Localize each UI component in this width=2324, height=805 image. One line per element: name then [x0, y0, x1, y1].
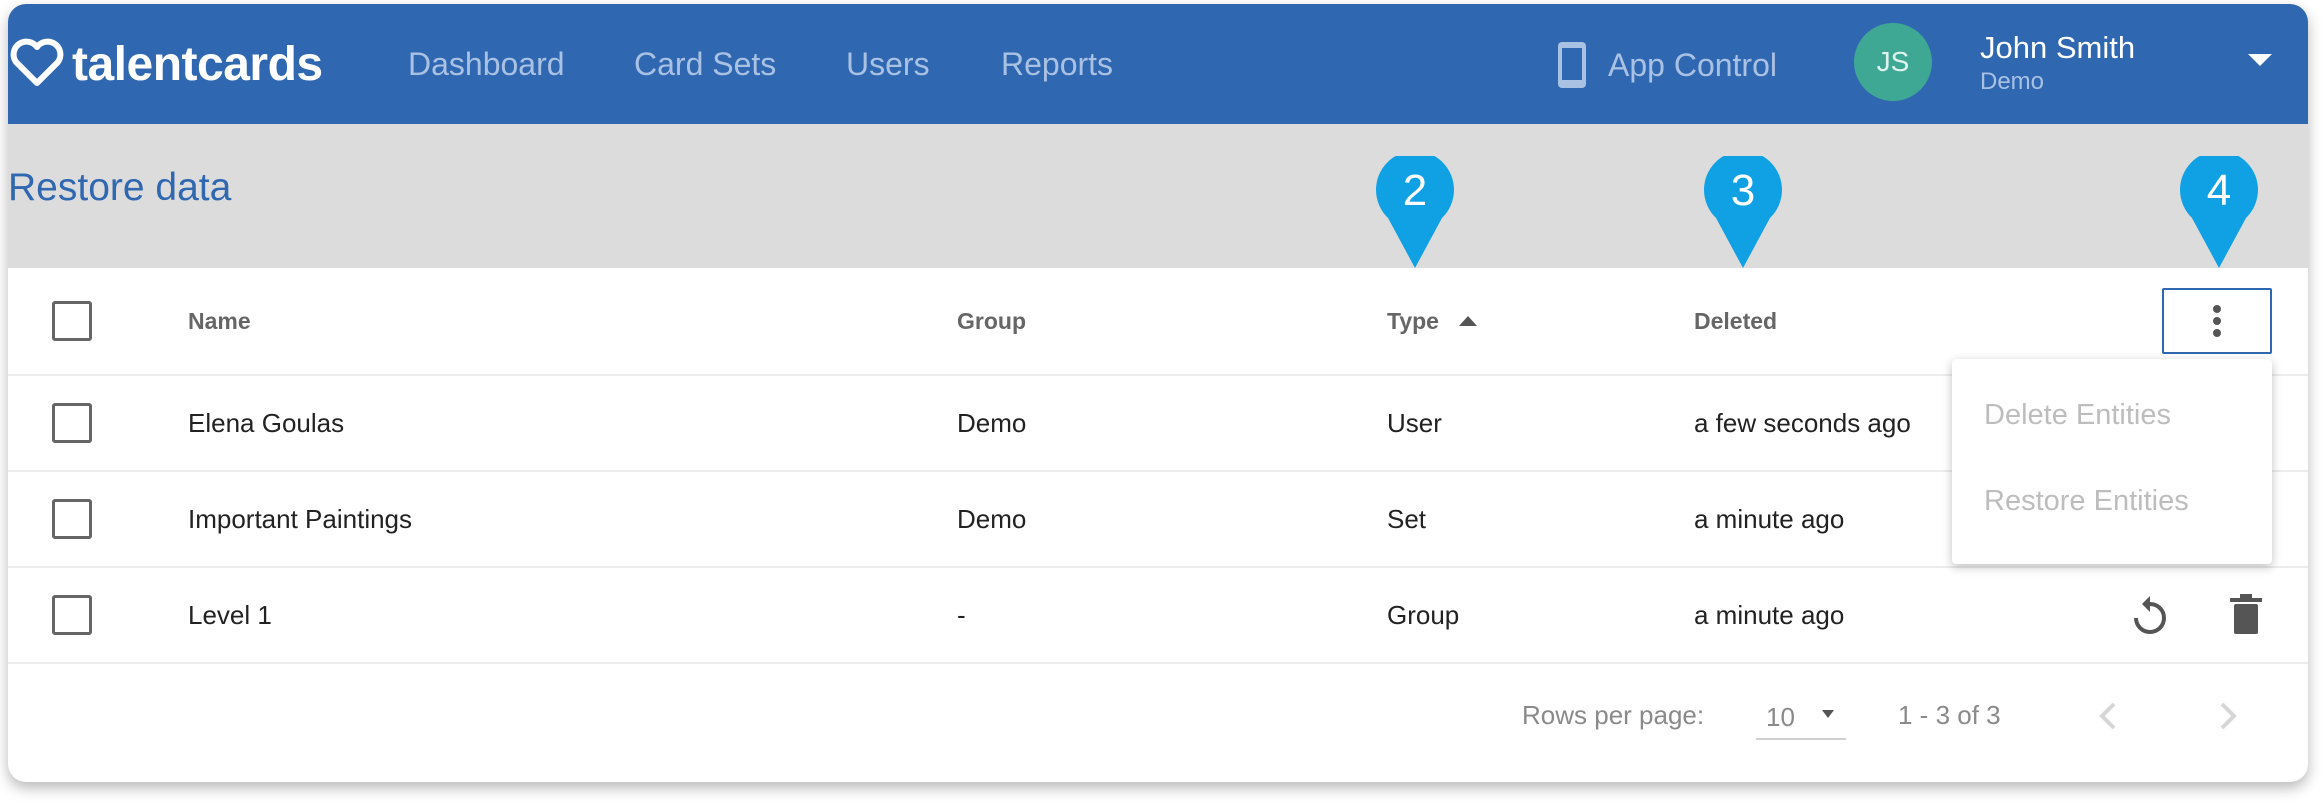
cell-name: Important Paintings — [188, 503, 413, 534]
app-control-link[interactable]: App Control — [1556, 40, 1777, 90]
nav-card-sets[interactable]: Card Sets — [634, 4, 776, 124]
phone-icon — [1558, 42, 1586, 88]
column-header-group[interactable]: Group — [957, 268, 1026, 374]
trash-icon[interactable] — [2230, 594, 2262, 636]
logo-text: talentcards — [72, 37, 323, 91]
select-all-checkbox[interactable] — [52, 301, 92, 341]
bulk-actions-button[interactable] — [2162, 288, 2272, 354]
page-title: Restore data — [8, 166, 232, 209]
cell-deleted: a minute ago — [1694, 599, 1845, 630]
column-header-name[interactable]: Name — [188, 268, 251, 374]
cell-group: Demo — [957, 407, 1027, 438]
callout-marker-2: 2 — [1376, 150, 1454, 268]
restore-icon[interactable] — [2130, 596, 2170, 638]
cell-deleted: a minute ago — [1694, 503, 1845, 534]
dropdown-caret-icon — [1822, 710, 1834, 718]
pagination-footer: Rows per page: 10 1 - 3 of 3 — [8, 664, 2308, 764]
menu-item-restore-entities[interactable]: Restore Entities — [1984, 485, 2189, 518]
menu-item-delete-entities[interactable]: Delete Entities — [1984, 399, 2171, 432]
app-control-label: App Control — [1608, 46, 1777, 83]
column-header-type[interactable]: Type — [1387, 268, 1477, 374]
callout-marker-4: 4 — [2180, 150, 2258, 268]
cell-type: User — [1387, 407, 1442, 438]
rows-per-page-label: Rows per page: — [1522, 700, 1705, 730]
top-navigation-bar: talentcards Dashboard Card Sets Users Re… — [8, 4, 2308, 124]
cell-name: Level 1 — [188, 599, 272, 630]
callout-marker-3: 3 — [1704, 150, 1782, 268]
pagination-range: 1 - 3 of 3 — [1898, 700, 2001, 730]
callout-number: 4 — [2206, 166, 2232, 215]
more-vert-icon — [2213, 305, 2221, 337]
row-checkbox[interactable] — [52, 403, 92, 443]
user-name: John Smith — [1980, 30, 2136, 65]
callout-number: 3 — [1730, 166, 1756, 215]
app-window: talentcards Dashboard Card Sets Users Re… — [8, 4, 2308, 782]
sort-ascending-icon — [1458, 316, 1477, 326]
table-row[interactable]: Level 1 - Group a minute ago — [8, 568, 2308, 664]
column-header-deleted[interactable]: Deleted — [1694, 268, 1777, 374]
previous-page-icon[interactable] — [2088, 688, 2128, 744]
cell-type: Group — [1387, 599, 1460, 630]
column-header-type-label: Type — [1387, 307, 1439, 334]
cell-type: Set — [1387, 503, 1427, 534]
cell-group: Demo — [957, 503, 1027, 534]
cell-group: - — [957, 599, 966, 630]
user-menu-caret-icon[interactable] — [2248, 54, 2272, 66]
row-checkbox[interactable] — [52, 499, 92, 539]
cell-deleted: a few seconds ago — [1694, 407, 1911, 438]
nav-dashboard[interactable]: Dashboard — [408, 4, 565, 124]
rows-per-page-value: 10 — [1766, 702, 1795, 732]
cell-name: Elena Goulas — [188, 407, 345, 438]
logo[interactable]: talentcards — [8, 34, 323, 94]
bulk-actions-menu: Delete Entities Restore Entities — [1952, 359, 2272, 564]
avatar[interactable]: JS — [1854, 23, 1932, 101]
callout-number: 2 — [1402, 166, 1428, 215]
nav-reports[interactable]: Reports — [1001, 4, 1113, 124]
user-subtitle: Demo — [1980, 68, 2045, 95]
nav-users[interactable]: Users — [846, 4, 930, 124]
page-header: Restore data — [8, 124, 2308, 268]
next-page-icon[interactable] — [2208, 688, 2248, 744]
heart-logo-icon — [10, 38, 64, 86]
rows-per-page-select[interactable]: 10 — [1756, 694, 1846, 740]
row-checkbox[interactable] — [52, 595, 92, 635]
